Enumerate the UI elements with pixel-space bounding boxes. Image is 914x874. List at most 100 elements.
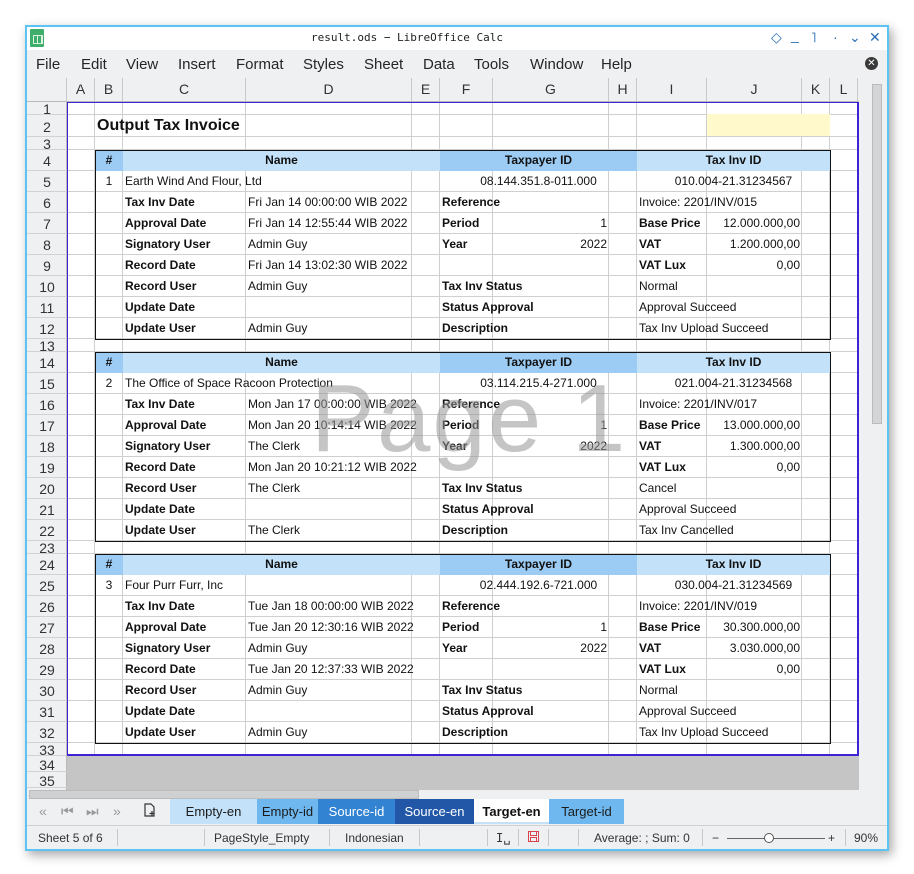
grid-cell[interactable] <box>123 137 246 150</box>
grid-cell[interactable] <box>412 520 440 541</box>
value-record-user[interactable]: The Clerk <box>246 478 412 499</box>
grid-cell[interactable] <box>830 276 858 297</box>
label-period[interactable]: Period <box>440 415 493 436</box>
column-header-g[interactable]: G <box>493 78 609 101</box>
grid-cell[interactable] <box>440 541 493 554</box>
grid-cell[interactable] <box>412 276 440 297</box>
grid-cell[interactable] <box>67 394 95 415</box>
row-header-34[interactable]: 34 <box>27 756 67 772</box>
grid-cell[interactable] <box>412 541 440 554</box>
grid-cell[interactable] <box>412 617 440 638</box>
grid-cell[interactable] <box>830 743 858 756</box>
grid-cell[interactable] <box>707 137 802 150</box>
grid-cell[interactable] <box>609 192 637 213</box>
grid-cell[interactable] <box>830 318 858 339</box>
value-status-approval[interactable]: Approval Succeed <box>637 297 830 318</box>
grid-cell[interactable] <box>609 339 637 352</box>
label-reference[interactable]: Reference <box>440 394 609 415</box>
close-document-icon[interactable]: ✕ <box>865 57 878 70</box>
row-header-16[interactable]: 16 <box>27 394 67 415</box>
grid-cell[interactable] <box>830 575 858 596</box>
label-record-user[interactable]: Record User <box>123 478 246 499</box>
value-signatory-user[interactable]: The Clerk <box>246 436 412 457</box>
grid-cell[interactable] <box>440 137 493 150</box>
zoom-level[interactable]: 90% <box>854 831 878 845</box>
grid-cell[interactable] <box>609 617 637 638</box>
grid-cell[interactable] <box>95 102 123 115</box>
value-record-date[interactable]: Mon Jan 20 10:21:12 WIB 2022 <box>246 457 417 478</box>
grid-cell[interactable] <box>412 115 440 137</box>
column-header-h[interactable]: H <box>609 78 637 101</box>
zoom-in-button[interactable]: + <box>828 831 835 845</box>
menu-edit[interactable]: Edit <box>81 56 107 73</box>
menu-insert[interactable]: Insert <box>178 56 216 73</box>
tax-invoice-id[interactable]: 030.004-21.31234569 <box>637 575 830 596</box>
grid-cell[interactable] <box>67 415 95 436</box>
previous-sheet-button[interactable]: ⏮ <box>61 803 74 820</box>
grid-cell[interactable] <box>95 541 123 554</box>
value-year[interactable]: 2022 <box>493 234 609 255</box>
grid-cell[interactable] <box>609 137 637 150</box>
row-header-33[interactable]: 33 <box>27 743 67 756</box>
grid-cell[interactable] <box>412 743 440 756</box>
column-header-e[interactable]: E <box>412 78 440 101</box>
last-sheet-button[interactable]: » <box>113 803 121 819</box>
value-base-price[interactable]: 13.000.000,00 <box>707 415 802 436</box>
add-sheet-icon[interactable] <box>144 803 156 820</box>
save-status-icon[interactable] <box>528 831 539 845</box>
grid-cell[interactable] <box>802 541 830 554</box>
value-vat-lux[interactable]: 0,00 <box>707 659 802 680</box>
header-number[interactable]: # <box>95 150 123 171</box>
grid-cell[interactable] <box>802 457 830 478</box>
value-record-user[interactable]: Admin Guy <box>246 276 412 297</box>
grid-cell[interactable] <box>830 394 858 415</box>
row-header-35[interactable]: 35 <box>27 772 67 788</box>
column-header-c[interactable]: C <box>123 78 246 101</box>
menu-file[interactable]: File <box>36 56 60 73</box>
row-header-28[interactable]: 28 <box>27 638 67 659</box>
value-tax-inv-date[interactable]: Tue Jan 18 00:00:00 WIB 2022 <box>246 596 414 617</box>
grid-cell[interactable] <box>95 276 123 297</box>
grid-cell[interactable] <box>493 339 609 352</box>
grid-cell[interactable] <box>830 234 858 255</box>
value-status-approval[interactable]: Approval Succeed <box>637 701 830 722</box>
grid-cell[interactable] <box>830 554 858 575</box>
row-header-1[interactable]: 1 <box>27 102 67 115</box>
grid-cell[interactable] <box>412 596 440 617</box>
grid-cell[interactable] <box>246 541 412 554</box>
grid-cell[interactable] <box>637 115 707 137</box>
grid-cell[interactable] <box>609 596 637 617</box>
menu-data[interactable]: Data <box>423 56 455 73</box>
label-update-date[interactable]: Update Date <box>123 499 246 520</box>
column-header-a[interactable]: A <box>67 78 95 101</box>
label-approval-date[interactable]: Approval Date <box>123 213 246 234</box>
grid-cell[interactable] <box>609 394 637 415</box>
value-reference[interactable]: Invoice: 2201/INV/015 <box>637 192 830 213</box>
sheet-tab-target-en[interactable]: Target-en <box>474 799 549 824</box>
label-approval-date[interactable]: Approval Date <box>123 415 246 436</box>
label-update-date[interactable]: Update Date <box>123 297 246 318</box>
grid-cell[interactable] <box>802 617 830 638</box>
row-header-17[interactable]: 17 <box>27 415 67 436</box>
grid-cell[interactable] <box>830 192 858 213</box>
grid-cell[interactable] <box>830 436 858 457</box>
column-header-j[interactable]: J <box>707 78 802 101</box>
menu-down-icon[interactable]: ⌄ <box>849 29 861 46</box>
grid-cell[interactable] <box>707 743 802 756</box>
grid-cell[interactable] <box>830 680 858 701</box>
grid-cell[interactable] <box>609 415 637 436</box>
menu-window[interactable]: Window <box>530 56 583 73</box>
grid-cell[interactable] <box>67 743 95 756</box>
shade-icon[interactable]: · <box>833 29 838 45</box>
row-header-24[interactable]: 24 <box>27 554 67 575</box>
label-vat-lux[interactable]: VAT Lux <box>637 255 707 276</box>
grid-cell[interactable] <box>493 255 609 276</box>
grid-cell[interactable] <box>67 436 95 457</box>
value-tax-inv-date[interactable]: Fri Jan 14 00:00:00 WIB 2022 <box>246 192 412 213</box>
grid-cell[interactable] <box>493 457 609 478</box>
label-status-approval[interactable]: Status Approval <box>440 297 637 318</box>
grid-cell[interactable] <box>67 554 95 575</box>
grid-cell[interactable] <box>830 102 858 115</box>
grid-cell[interactable] <box>830 457 858 478</box>
grid-cell[interactable] <box>67 638 95 659</box>
